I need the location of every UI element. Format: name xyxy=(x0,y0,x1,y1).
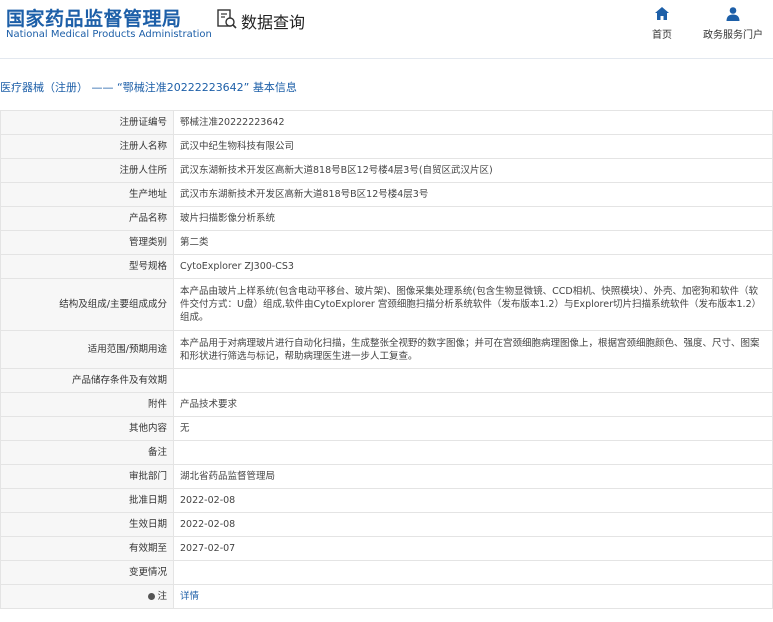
field-value xyxy=(173,368,773,393)
table-row: 备注 xyxy=(0,440,773,465)
field-label: 生产地址 xyxy=(0,182,174,207)
field-label: 结构及组成/主要组成成分 xyxy=(0,278,174,331)
field-label: 注 xyxy=(157,591,167,602)
note-label-cell: 注 xyxy=(0,584,174,609)
field-value: 无 xyxy=(173,416,773,441)
site-header: 国家药品监督管理局 National Medical Products Admi… xyxy=(0,0,773,59)
table-row: 生效日期 2022-02-08 xyxy=(0,512,773,537)
site-logo-title[interactable]: 国家药品监督管理局 xyxy=(6,4,182,31)
field-label: 附件 xyxy=(0,392,174,417)
table-row: 型号规格 CytoExplorer ZJ300-CS3 xyxy=(0,254,773,279)
field-label: 注册证编号 xyxy=(0,110,174,135)
field-label: 有效期至 xyxy=(0,536,174,561)
table-row: 适用范围/预期用途 本产品用于对病理玻片进行自动化扫描，生成整张全视野的数字图像… xyxy=(0,330,773,369)
field-label: 注册人名称 xyxy=(0,134,174,159)
field-value: 武汉东湖新技术开发区高新大道818号B区12号楼4层3号(自贸区武汉片区) xyxy=(173,158,773,183)
nav-home-label: 首页 xyxy=(652,30,672,41)
nav-home[interactable]: 首页 xyxy=(648,6,676,41)
field-value: 第二类 xyxy=(173,230,773,255)
table-row: 生产地址 武汉市东湖新技术开发区高新大道818号B区12号楼4层3号 xyxy=(0,182,773,207)
field-label: 产品储存条件及有效期 xyxy=(0,368,174,393)
field-label: 适用范围/预期用途 xyxy=(0,330,174,369)
user-icon xyxy=(700,6,766,22)
field-label: 生效日期 xyxy=(0,512,174,537)
field-value: 2022-02-08 xyxy=(173,512,773,537)
field-value: 本产品用于对病理玻片进行自动化扫描，生成整张全视野的数字图像；并可在宫颈细胞病理… xyxy=(173,330,773,369)
field-label: 产品名称 xyxy=(0,206,174,231)
field-value: CytoExplorer ZJ300-CS3 xyxy=(173,254,773,279)
breadcrumb: 医疗器械（注册） —— “鄂械注准20222223642” 基本信息 xyxy=(0,78,773,98)
registration-info-table: 注册证编号 鄂械注准20222223642 注册人名称 武汉中纪生物科技有限公司… xyxy=(0,110,773,609)
breadcrumb-category[interactable]: 医疗器械（注册） xyxy=(0,81,88,94)
field-label: 审批部门 xyxy=(0,464,174,489)
field-value: 玻片扫描影像分析系统 xyxy=(173,206,773,231)
field-value: 武汉中纪生物科技有限公司 xyxy=(173,134,773,159)
table-row: 其他内容 无 xyxy=(0,416,773,441)
field-value: 湖北省药品监督管理局 xyxy=(173,464,773,489)
field-label: 备注 xyxy=(0,440,174,465)
table-row: 注册人住所 武汉东湖新技术开发区高新大道818号B区12号楼4层3号(自贸区武汉… xyxy=(0,158,773,183)
field-label: 注册人住所 xyxy=(0,158,174,183)
site-logo-subtitle: National Medical Products Administration xyxy=(6,29,212,40)
field-value: 2027-02-07 xyxy=(173,536,773,561)
field-value: 详情 xyxy=(173,584,773,609)
home-icon xyxy=(648,6,676,22)
table-row: 有效期至 2027-02-07 xyxy=(0,536,773,561)
table-row: 注册证编号 鄂械注准20222223642 xyxy=(0,110,773,135)
table-row: 注 详情 xyxy=(0,584,773,609)
field-value: 本产品由玻片上样系统(包含电动平移台、玻片架)、图像采集处理系统(包含生物显微镜… xyxy=(173,278,773,331)
field-value: 产品技术要求 xyxy=(173,392,773,417)
table-row: 注册人名称 武汉中纪生物科技有限公司 xyxy=(0,134,773,159)
field-label: 其他内容 xyxy=(0,416,174,441)
field-value: 鄂械注准20222223642 xyxy=(173,110,773,135)
table-row: 产品名称 玻片扫描影像分析系统 xyxy=(0,206,773,231)
nav-service-portal[interactable]: 政务服务门户 xyxy=(700,6,766,41)
breadcrumb-separator: —— xyxy=(88,81,117,94)
data-query-label: 数据查询 xyxy=(241,13,306,32)
table-row: 结构及组成/主要组成成分 本产品由玻片上样系统(包含电动平移台、玻片架)、图像采… xyxy=(0,278,773,331)
table-row: 管理类别 第二类 xyxy=(0,230,773,255)
field-value xyxy=(173,560,773,585)
table-row: 审批部门 湖北省药品监督管理局 xyxy=(0,464,773,489)
field-value: 武汉市东湖新技术开发区高新大道818号B区12号楼4层3号 xyxy=(173,182,773,207)
table-row: 附件 产品技术要求 xyxy=(0,392,773,417)
breadcrumb-title: “鄂械注准20222223642” 基本信息 xyxy=(117,81,297,94)
field-value: 2022-02-08 xyxy=(173,488,773,513)
field-label: 变更情况 xyxy=(0,560,174,585)
field-label: 管理类别 xyxy=(0,230,174,255)
table-row: 批准日期 2022-02-08 xyxy=(0,488,773,513)
note-icon xyxy=(148,593,156,600)
nav-service-portal-label: 政务服务门户 xyxy=(703,30,763,41)
field-label: 型号规格 xyxy=(0,254,174,279)
field-value xyxy=(173,440,773,465)
table-row: 变更情况 xyxy=(0,560,773,585)
table-row: 产品储存条件及有效期 xyxy=(0,368,773,393)
field-label: 批准日期 xyxy=(0,488,174,513)
document-search-icon xyxy=(216,8,238,34)
data-query-heading: 数据查询 xyxy=(216,8,306,34)
details-link[interactable]: 详情 xyxy=(180,591,199,602)
